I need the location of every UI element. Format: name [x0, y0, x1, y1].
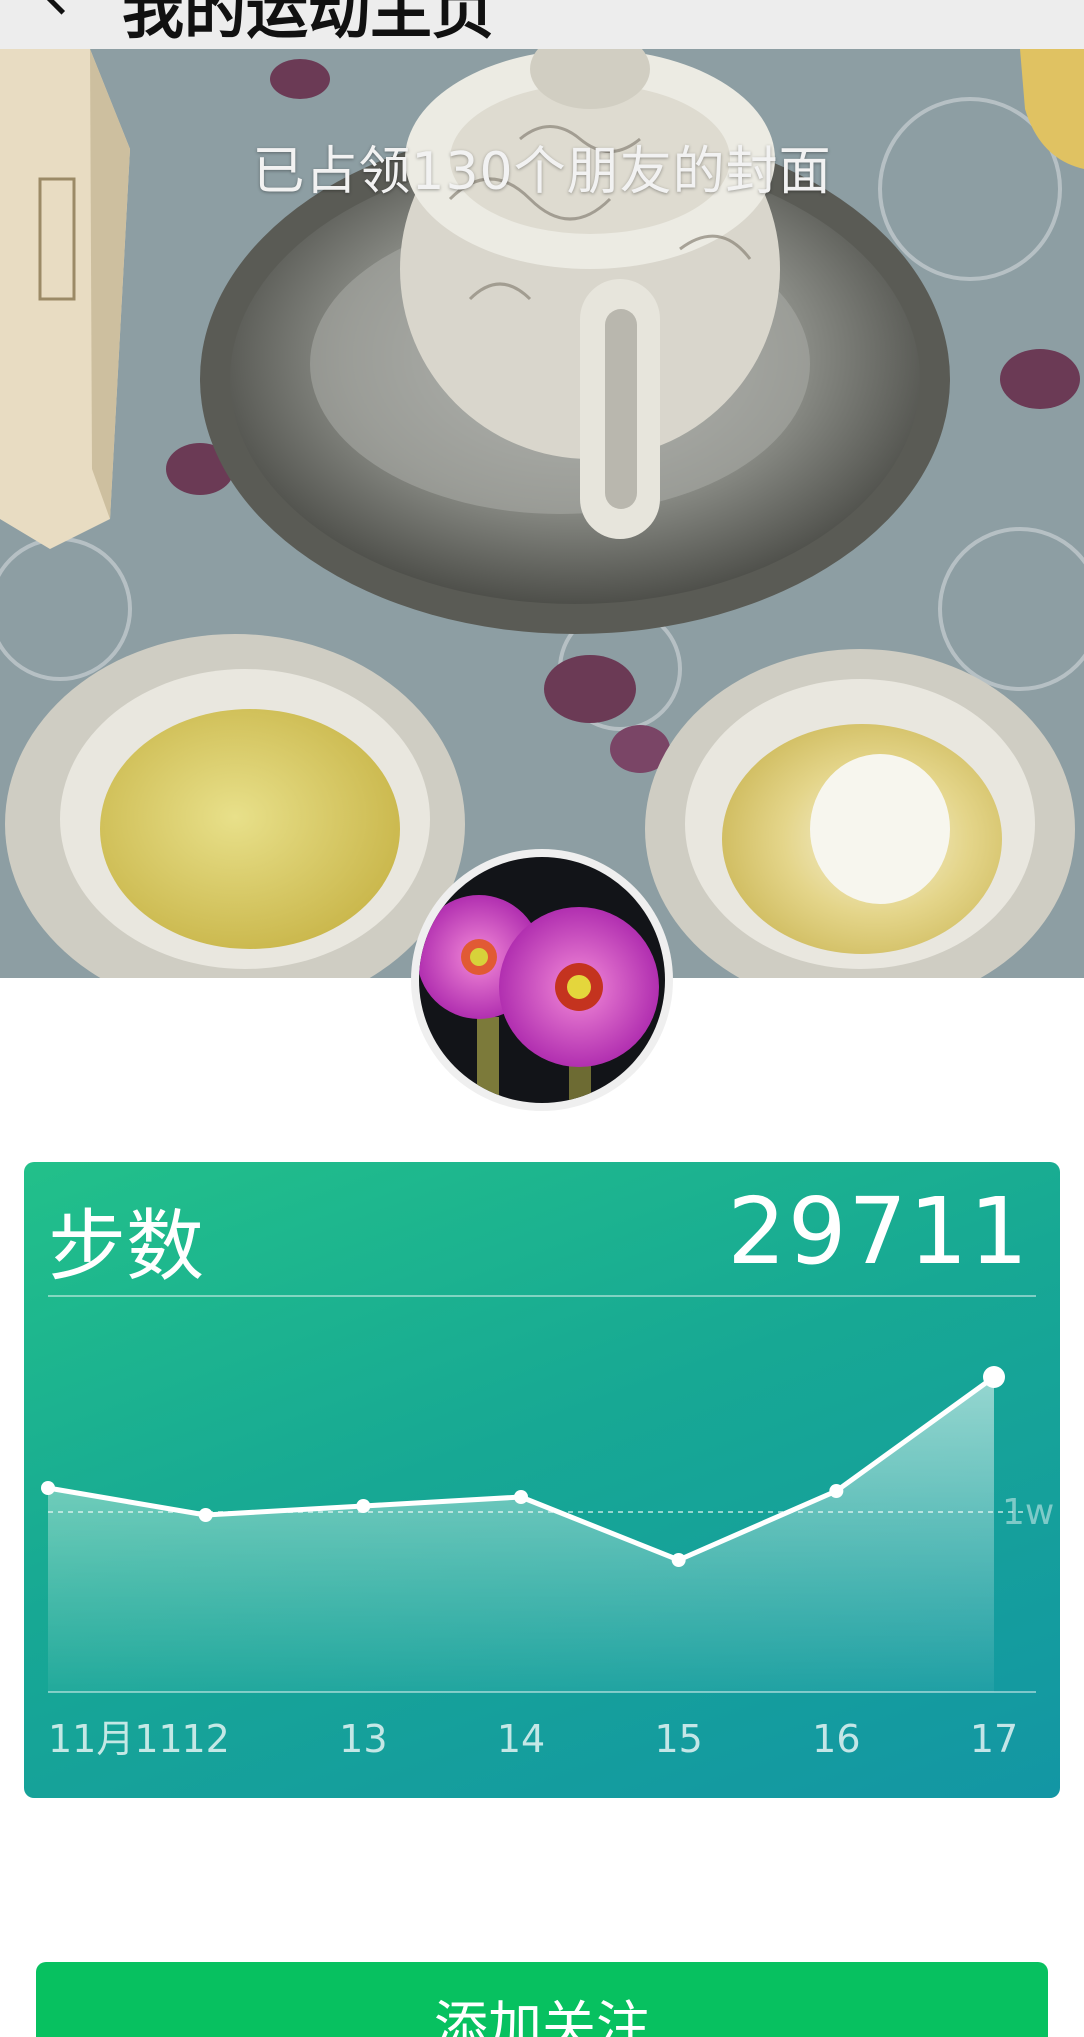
back-arrow-icon[interactable] — [42, 0, 81, 15]
data-point — [983, 1366, 1005, 1388]
cover-photo[interactable]: 已占领130个朋友的封面 — [0, 49, 1084, 978]
page-title: 我的运动主页 — [122, 0, 495, 47]
x-tick-label: 14 — [497, 1717, 545, 1761]
data-point — [671, 1553, 686, 1567]
x-tick-label: 13 — [339, 1717, 387, 1761]
steps-card[interactable]: 步数 29711 1w 11月11 12 13 14 15 16 17 — [24, 1162, 1060, 1798]
avatar-image — [419, 857, 665, 1103]
data-point — [829, 1484, 844, 1498]
steps-area — [48, 1377, 994, 1692]
cover-occupied-text: 已占领130个朋友的封面 — [252, 142, 832, 202]
x-tick-label: 16 — [812, 1717, 860, 1761]
data-point — [41, 1481, 55, 1495]
avatar[interactable] — [411, 849, 673, 1111]
data-point — [198, 1508, 213, 1522]
x-tick-label: 17 — [970, 1717, 1018, 1761]
data-point — [356, 1499, 371, 1513]
x-tick-label: 12 — [181, 1717, 229, 1761]
steps-chart: 1w 11月1112 13 14 15 16 17 — [41, 1366, 1054, 1761]
add-follow-button[interactable]: 添加关注 — [36, 1962, 1048, 2037]
data-point — [514, 1490, 528, 1504]
sport-profile-page: 我的运动主页 已占领130个朋友的封面 步数 29711 1w 11月11 12… — [0, 0, 1084, 2037]
title-bar: 我的运动主页 — [0, 0, 1084, 49]
x-tick-label: 15 — [654, 1717, 702, 1761]
x-tick-label: 11月11 — [48, 1717, 183, 1761]
reference-line-label: 1w — [1002, 1492, 1054, 1533]
